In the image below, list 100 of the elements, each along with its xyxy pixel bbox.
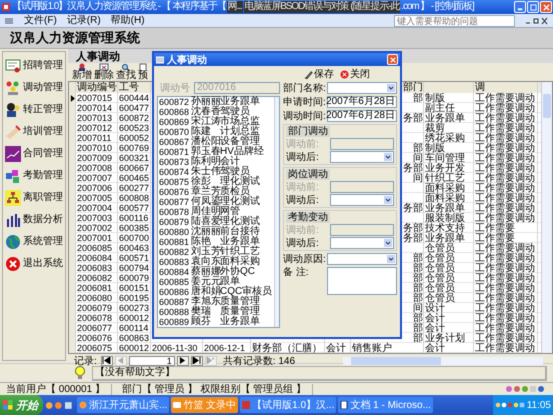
menu-item[interactable]: 文件(F) xyxy=(24,14,57,26)
list-cell-text: CQC审核员 xyxy=(220,287,274,297)
sidebar-item[interactable]: 转正管理 xyxy=(3,102,65,118)
list-cell-text: 600877 xyxy=(158,197,190,207)
table-cell: 仓管员 xyxy=(425,243,455,254)
table-cell: 工作需要调动 xyxy=(475,253,535,264)
list-cell-text: 600887 xyxy=(158,297,190,307)
table-cell: 绣花采购 xyxy=(425,133,465,144)
list-cell-text: 600867 xyxy=(158,137,190,147)
row-marker[interactable] xyxy=(69,93,76,103)
dropdown-field[interactable] xyxy=(327,82,397,94)
menu-item[interactable]: 帮助(H) xyxy=(110,14,145,26)
popup-tab[interactable]: 网... xyxy=(226,1,243,13)
window-controls-icon[interactable] xyxy=(525,16,549,24)
field-label: 调动号 xyxy=(160,82,190,94)
tray-icons[interactable] xyxy=(494,402,525,408)
list-scrollbar[interactable] xyxy=(274,97,279,327)
sidebar-item[interactable]: 合同管理 xyxy=(3,146,65,162)
table-cell: 设计 xyxy=(425,303,445,314)
save-button[interactable]: 保存 xyxy=(304,68,334,80)
list-cell-text: 业务跟单 xyxy=(220,317,261,327)
app-title: 汉帛人力资源管理系统 xyxy=(10,30,140,47)
list-cell-text: 理化测试 xyxy=(220,217,261,227)
table-cell: 600012 xyxy=(118,343,151,353)
vertical-scrollbar[interactable] xyxy=(541,82,552,353)
table-cell: 间 xyxy=(413,303,423,314)
date-field[interactable]: 2007年6月28日 xyxy=(327,96,397,108)
dropdown-field[interactable] xyxy=(330,237,394,249)
toolbar-button[interactable]: 新增 xyxy=(72,63,92,81)
sidebar-item[interactable]: 退出系统 xyxy=(3,256,65,272)
arrow-icon xyxy=(116,357,126,364)
taskbar-button[interactable]: 文档 1 - Microso... xyxy=(338,397,433,413)
globe-icon xyxy=(5,234,21,250)
minimize-button[interactable] xyxy=(514,1,526,13)
column-header[interactable]: 调动编号 xyxy=(76,82,118,93)
row-marker[interactable] xyxy=(69,103,76,113)
arrow-icon xyxy=(102,357,112,364)
dropdown-field[interactable] xyxy=(330,151,394,163)
taskbar-button[interactable]: 【试用版1.0】汉... xyxy=(240,397,336,413)
sidebar-item[interactable]: 系统管理 xyxy=(3,234,65,250)
table-cell: 销售账户 xyxy=(352,343,392,354)
sidebar-item[interactable]: 离职管理 xyxy=(3,190,65,206)
table-cell: 工作需要调动 xyxy=(475,153,535,164)
dropdown-field[interactable] xyxy=(330,194,394,206)
close-button[interactable] xyxy=(540,1,552,13)
table-cell: 部 xyxy=(413,293,423,304)
table-cell: 部 xyxy=(413,313,423,324)
list-cell: 潘松阳 xyxy=(191,137,220,147)
table-cell: 2006078 xyxy=(76,313,118,323)
chat-icon xyxy=(173,401,182,409)
first-record-button[interactable] xyxy=(100,356,113,366)
table-cell: 制版 xyxy=(425,143,445,154)
popup-tab[interactable]: 电脑蓝屏BSOD错误与对策 (随星提示-此 xyxy=(244,1,400,13)
list-cell-text: 600870 xyxy=(158,127,190,137)
toolbar-button[interactable]: 查找 xyxy=(116,63,136,81)
table-cell: 工作需要调动 xyxy=(475,293,535,304)
sidebar-item[interactable]: 培训管理 xyxy=(3,124,65,140)
table-cell: 2007011 xyxy=(76,133,118,143)
date-field[interactable]: 2007年6月28日 xyxy=(327,110,397,122)
next-record-button[interactable] xyxy=(176,356,189,366)
app-icon xyxy=(242,401,250,409)
column-header[interactable]: 工号 xyxy=(118,82,151,93)
last-record-button[interactable] xyxy=(190,356,203,366)
menu-item[interactable]: 记录(R) xyxy=(66,14,101,26)
maximize-button[interactable] xyxy=(527,1,539,13)
taskbar-button[interactable]: 浙江开元萧山宾... xyxy=(77,397,170,413)
list-cell-text: 会计 xyxy=(220,157,240,167)
column-header[interactable]: 调 xyxy=(474,82,538,93)
table-cell: 2006084 xyxy=(76,253,118,263)
sidebar-item[interactable]: 数据分析 xyxy=(3,212,65,228)
horizontal-scrollbar[interactable] xyxy=(343,356,543,364)
table-cell: 600769 xyxy=(118,143,151,153)
person-add-icon xyxy=(77,63,87,71)
toolbar-button[interactable]: 删除 xyxy=(94,63,114,81)
close-icon xyxy=(340,70,349,78)
table-cell: 2006079 xyxy=(76,303,118,313)
clock: 11:05 xyxy=(526,400,551,410)
list-cell-text: 陈艳 xyxy=(191,237,211,247)
group-title: 部门调动 xyxy=(286,126,330,137)
close-dialog-button[interactable]: 关闭 xyxy=(340,68,370,80)
help-search-field[interactable]: 键入需要帮助的问题 xyxy=(394,14,515,26)
menu-icon[interactable] xyxy=(4,16,14,24)
notes-field[interactable] xyxy=(327,267,397,295)
tray-icons xyxy=(505,385,545,393)
list-cell-text: 600874 xyxy=(158,167,190,177)
table-cell: 2006-11-30 xyxy=(152,343,198,353)
close-button[interactable] xyxy=(387,54,398,65)
person-icon xyxy=(5,102,21,118)
start-button[interactable]: 开始 xyxy=(0,395,43,415)
toolbar-button[interactable]: 预 xyxy=(138,63,148,81)
sidebar-item[interactable]: 招聘管理 xyxy=(3,58,65,74)
sidebar-item[interactable]: 调动管理 xyxy=(3,80,65,96)
table-cell: 会计 xyxy=(425,313,445,324)
dropdown-field[interactable] xyxy=(327,253,397,265)
record-number-field[interactable]: 1 xyxy=(128,356,175,366)
row-marker[interactable] xyxy=(69,343,76,353)
list-cell-text: 600878 xyxy=(158,207,190,217)
employee-list[interactable] xyxy=(157,96,280,328)
sidebar-item[interactable]: 考勤管理 xyxy=(3,168,65,184)
table-cell: 部 xyxy=(413,253,423,264)
